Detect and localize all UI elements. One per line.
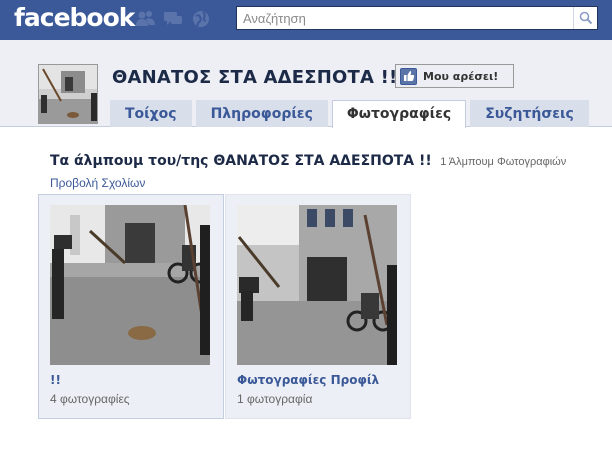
profile-picture[interactable] [38, 64, 98, 124]
like-button[interactable]: Μου αρέσει! [395, 64, 514, 88]
view-comments-link[interactable]: Προβολή Σχολίων [50, 176, 145, 190]
tab-discussions[interactable]: Συζητήσεις [470, 100, 589, 127]
albums-count: 1 Άλμπουμ Φωτογραφιών [440, 156, 567, 168]
notifications-globe-icon[interactable] [190, 8, 212, 30]
album-cover-street-scene [50, 205, 210, 365]
tab-wall[interactable]: Τοίχος [110, 100, 192, 127]
album-title[interactable]: Φωτογραφίες Προφίλ [237, 373, 379, 387]
albums-heading-title: Τα άλμπουμ του/της ΘΑΝΑΤΟΣ ΣΤΑ ΑΔΕΣΠΟΤΑ … [50, 153, 432, 169]
tab-info[interactable]: Πληροφορίες [195, 100, 328, 127]
thumbs-up-icon [400, 67, 417, 85]
friend-requests-icon[interactable] [134, 8, 156, 30]
album-cover-photo[interactable] [237, 205, 397, 365]
album-photo-count: 1 φωτογραφία [237, 392, 313, 406]
album-photo-count: 4 φωτογραφίες [50, 392, 130, 406]
albums-heading: Τα άλμπουμ του/της ΘΑΝΑΤΟΣ ΣΤΑ ΑΔΕΣΠΟΤΑ … [50, 152, 566, 170]
album-cover-street-scene [237, 205, 397, 365]
search-box [236, 6, 598, 30]
page-title: ΘΑΝΑΤΟΣ ΣΤΑ ΑΔΕΣΠΟΤΑ !! [112, 67, 398, 88]
facebook-logo[interactable]: facebook [14, 3, 135, 32]
album-title[interactable]: !! [50, 373, 61, 387]
album-card: Φωτογραφίες Προφίλ 1 φωτογραφία [225, 194, 411, 419]
album-card: !! 4 φωτογραφίες [38, 194, 224, 419]
messages-icon[interactable] [162, 8, 184, 30]
album-cover-photo[interactable] [50, 205, 210, 365]
tab-photos[interactable]: Φωτογραφίες [331, 100, 467, 128]
top-bar: facebook [0, 0, 612, 40]
search-input[interactable] [237, 7, 567, 29]
like-button-label: Μου αρέσει! [423, 69, 499, 83]
search-button[interactable] [573, 7, 597, 29]
profile-photo-street-scene [39, 65, 97, 123]
profile-tabs: Τοίχος Πληροφορίες Φωτογραφίες Συζητήσει… [110, 100, 589, 128]
notification-jewels [134, 8, 212, 30]
search-icon [579, 11, 592, 25]
